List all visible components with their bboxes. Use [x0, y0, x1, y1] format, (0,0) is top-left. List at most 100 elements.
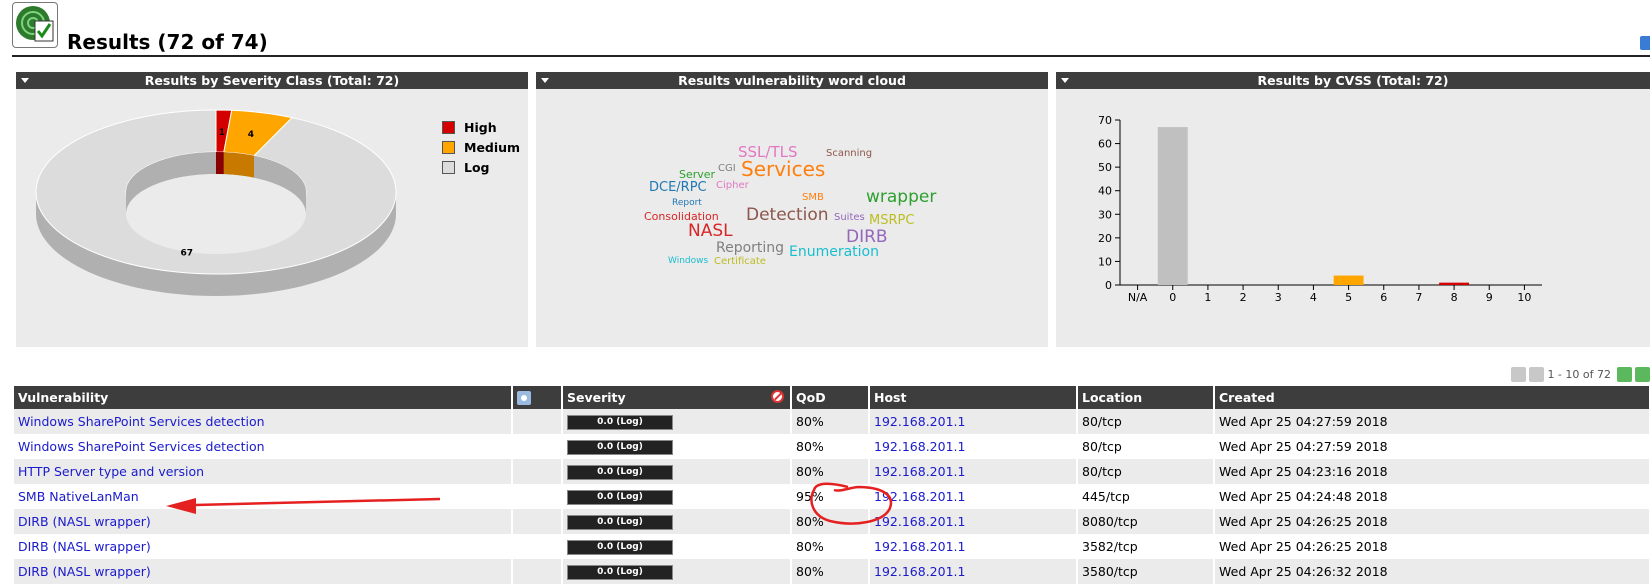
col-vulnerability[interactable]: Vulnerability	[14, 386, 513, 409]
vulnerability-link[interactable]: Windows SharePoint Services detection	[14, 409, 513, 434]
legend-label-high: High	[464, 120, 497, 135]
vulnerability-link[interactable]: SMB NativeLanMan	[14, 484, 513, 509]
collapse-icon[interactable]	[541, 78, 549, 83]
host-cell[interactable]: 192.168.201.1	[869, 484, 1078, 509]
cloud-word[interactable]: SMB	[802, 193, 824, 203]
host-cell[interactable]: 192.168.201.1	[869, 559, 1078, 584]
cvss-bar-0[interactable]	[1157, 127, 1188, 285]
host-cell[interactable]: 192.168.201.1	[869, 534, 1078, 559]
override-icon[interactable]	[771, 390, 784, 403]
host-cell[interactable]: 192.168.201.1	[869, 434, 1078, 459]
wordcloud-panel-header[interactable]: Results vulnerability word cloud	[536, 72, 1048, 89]
col-solution-type[interactable]	[512, 386, 563, 409]
col-location[interactable]: Location	[1077, 386, 1215, 409]
col-created[interactable]: Created	[1214, 386, 1650, 409]
host-link[interactable]: 192.168.201.1	[874, 414, 965, 429]
legend-label-log: Log	[464, 160, 490, 175]
host-link[interactable]: 192.168.201.1	[874, 564, 965, 579]
location-cell: 80/tcp	[1077, 434, 1215, 459]
vulnerability-name[interactable]: Windows SharePoint Services detection	[18, 439, 265, 454]
cloud-word[interactable]: Services	[741, 159, 825, 179]
host-link[interactable]: 192.168.201.1	[874, 539, 965, 554]
vulnerability-name[interactable]: HTTP Server type and version	[18, 464, 204, 479]
location-cell: 8080/tcp	[1077, 509, 1215, 534]
qod-cell: 80%	[791, 434, 870, 459]
x-tick-label: 5	[1345, 291, 1352, 304]
host-link[interactable]: 192.168.201.1	[874, 464, 965, 479]
cloud-word[interactable]: Suites	[834, 213, 865, 223]
location-cell: 80/tcp	[1077, 459, 1215, 484]
severity-cell: 0.0 (Log)	[562, 409, 792, 434]
y-tick-label: 50	[1098, 161, 1112, 174]
cloud-word[interactable]: Windows	[668, 257, 708, 266]
collapse-icon[interactable]	[1061, 78, 1069, 83]
vulnerability-link[interactable]: DIRB (NASL wrapper)	[14, 534, 513, 559]
severity-panel-header[interactable]: Results by Severity Class (Total: 72)	[16, 72, 528, 89]
donut-value-label: 1	[219, 128, 225, 138]
x-tick-label: 7	[1415, 291, 1422, 304]
host-cell[interactable]: 192.168.201.1	[869, 459, 1078, 484]
page-title: Results (72 of 74)	[67, 30, 268, 54]
vulnerability-link[interactable]: DIRB (NASL wrapper)	[14, 509, 513, 534]
donut-value-label: 67	[181, 249, 194, 259]
x-tick-label: 0	[1169, 291, 1176, 304]
col-host[interactable]: Host	[869, 386, 1078, 409]
x-tick-label: 4	[1310, 291, 1317, 304]
vulnerability-name[interactable]: DIRB (NASL wrapper)	[18, 564, 151, 579]
table-row: DIRB (NASL wrapper) 0.0 (Log) 80% 192.168.2…	[14, 559, 1650, 584]
created-cell: Wed Apr 25 04:24:48 2018	[1214, 484, 1650, 509]
severity-bar: 0.0 (Log)	[567, 564, 673, 580]
host-cell[interactable]: 192.168.201.1	[869, 509, 1078, 534]
vulnerability-name[interactable]: DIRB (NASL wrapper)	[18, 539, 151, 554]
next-page-icon[interactable]	[1617, 367, 1632, 382]
col-severity[interactable]: Severity	[562, 386, 792, 409]
host-link[interactable]: 192.168.201.1	[874, 514, 965, 529]
cvss-bar-5[interactable]	[1333, 275, 1364, 285]
cloud-word[interactable]: DCE/RPC	[649, 181, 707, 194]
vulnerability-link[interactable]: HTTP Server type and version	[14, 459, 513, 484]
solution-type-cell	[512, 484, 563, 509]
vulnerability-link[interactable]: Windows SharePoint Services detection	[14, 434, 513, 459]
y-tick-label: 30	[1098, 208, 1112, 221]
x-tick-label: 1	[1204, 291, 1211, 304]
host-cell[interactable]: 192.168.201.1	[869, 409, 1078, 434]
legend-swatch-high	[442, 121, 455, 134]
donut-wall-high	[216, 152, 224, 175]
cloud-word[interactable]: Cipher	[716, 181, 749, 191]
severity-bar: 0.0 (Log)	[567, 514, 673, 530]
cloud-word[interactable]: MSRPC	[869, 214, 914, 227]
cloud-word[interactable]: CGI	[718, 164, 736, 174]
host-link[interactable]: 192.168.201.1	[874, 489, 965, 504]
cloud-word[interactable]: Scanning	[826, 149, 872, 159]
x-tick-label: 6	[1380, 291, 1387, 304]
vulnerability-name[interactable]: SMB NativeLanMan	[18, 489, 139, 504]
cvss-panel-header[interactable]: Results by CVSS (Total: 72)	[1056, 72, 1650, 89]
legend-label-medium: Medium	[464, 140, 521, 155]
cloud-word[interactable]: Server	[679, 169, 715, 180]
vulnerability-name[interactable]: DIRB (NASL wrapper)	[18, 514, 151, 529]
x-tick-label: 10	[1517, 291, 1531, 304]
cloud-word[interactable]: Reporting	[716, 241, 784, 255]
app-logo[interactable]	[12, 2, 58, 48]
col-severity-label: Severity	[567, 390, 626, 405]
previous-page-icon[interactable]	[1529, 367, 1545, 382]
vulnerability-name[interactable]: Windows SharePoint Services detection	[18, 414, 265, 429]
cvss-bar-8[interactable]	[1439, 282, 1470, 285]
vulnerability-link[interactable]: DIRB (NASL wrapper)	[14, 559, 513, 584]
last-page-icon[interactable]	[1635, 367, 1650, 382]
edit-icon[interactable]	[1640, 36, 1650, 50]
cloud-word[interactable]: Enumeration	[789, 245, 879, 259]
first-page-icon[interactable]	[1511, 367, 1527, 382]
location-cell: 3582/tcp	[1077, 534, 1215, 559]
col-qod[interactable]: QoD	[791, 386, 870, 409]
cloud-word[interactable]: Report	[672, 199, 702, 208]
cloud-word[interactable]: Certificate	[714, 257, 766, 267]
cloud-word[interactable]: NASL	[688, 223, 733, 240]
qod-cell: 95%	[791, 484, 870, 509]
qod-cell: 80%	[791, 509, 870, 534]
cloud-word[interactable]: wrapper	[866, 189, 936, 206]
host-link[interactable]: 192.168.201.1	[874, 439, 965, 454]
cloud-word[interactable]: Detection	[746, 207, 829, 224]
created-cell: Wed Apr 25 04:26:25 2018	[1214, 534, 1650, 559]
collapse-icon[interactable]	[21, 78, 29, 83]
